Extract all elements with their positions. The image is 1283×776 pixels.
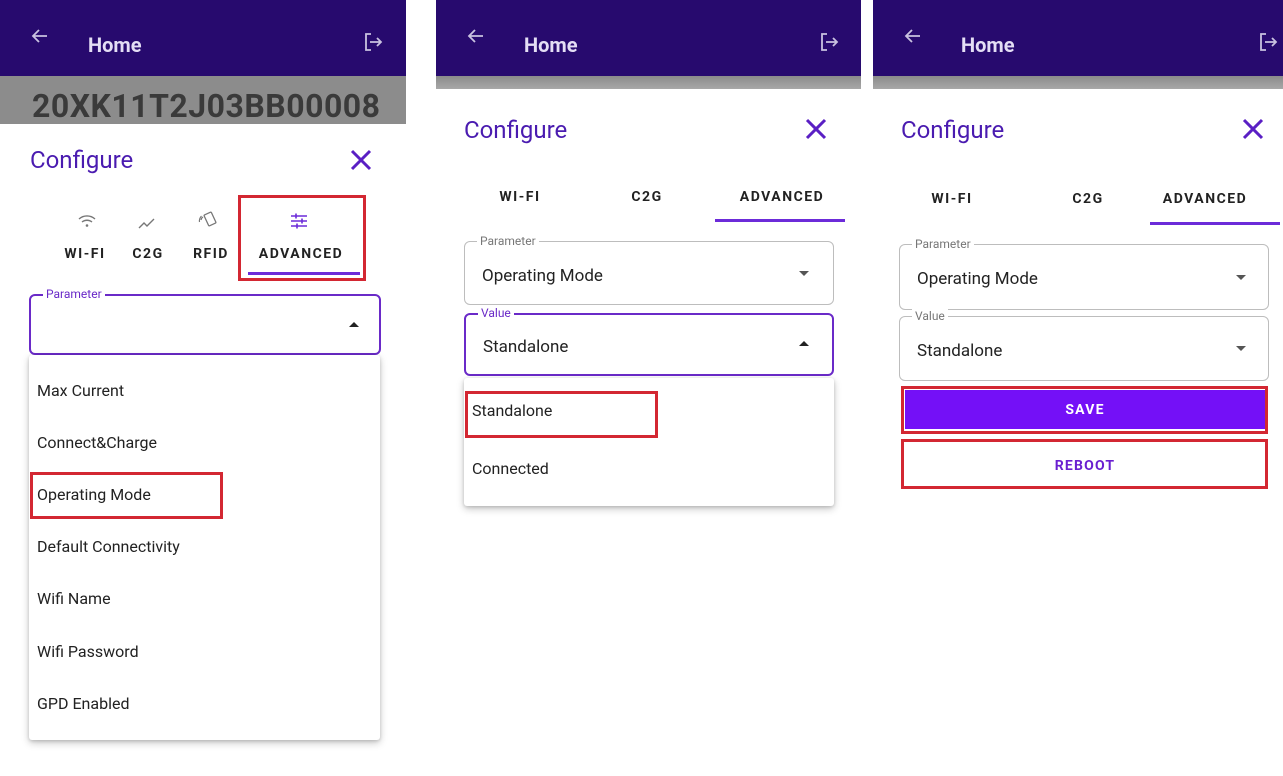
- tab-advanced[interactable]: ADVANCED: [1153, 189, 1257, 209]
- chart-line-icon: [138, 218, 155, 229]
- highlight-operating-mode-option: [30, 472, 223, 519]
- screen-parameter-dropdown: Home 20XK11T2J03BB00008 Configure WI-FI …: [0, 0, 406, 776]
- parameter-label: Parameter: [43, 286, 105, 302]
- highlight-reboot-button: [901, 439, 1268, 489]
- parameter-select[interactable]: Parameter Operating Mode: [464, 233, 834, 305]
- highlight-advanced-tab: [238, 195, 366, 281]
- app-bar: Home: [0, 0, 406, 76]
- dialog-title: Configure: [901, 116, 1005, 144]
- parameter-value: Operating Mode: [482, 266, 603, 286]
- wifi-icon: [78, 215, 96, 227]
- highlight-save-button: [901, 386, 1268, 434]
- parameter-value: Operating Mode: [917, 269, 1038, 289]
- header-shadow: [873, 76, 1283, 89]
- charger-serial: 20XK11T2J03BB00008: [32, 87, 381, 125]
- value-label: Value: [478, 305, 514, 321]
- screen-value-dropdown: Home Configure WI-FI C2G ADVANCED Parame…: [436, 0, 861, 776]
- back-arrow-icon[interactable]: [466, 26, 486, 46]
- tab-rfid[interactable]: RFID: [187, 244, 235, 264]
- back-arrow-icon[interactable]: [903, 26, 923, 46]
- app-bar-title: Home: [88, 33, 142, 57]
- app-bar-title: Home: [961, 33, 1015, 57]
- value-select[interactable]: Value Standalone: [464, 305, 834, 376]
- tab-wifi[interactable]: WI-FI: [496, 187, 544, 207]
- value-selected: Standalone: [483, 337, 569, 357]
- value-select[interactable]: Value Standalone: [899, 308, 1269, 381]
- dropdown-caret-down-icon: [1236, 275, 1246, 280]
- dropdown-caret-up-icon: [799, 341, 809, 346]
- rfid-card-icon: [198, 211, 217, 227]
- app-bar: Home: [873, 0, 1283, 76]
- close-icon[interactable]: [1240, 116, 1266, 142]
- parameter-label: Parameter: [477, 233, 539, 249]
- active-tab-indicator: [715, 219, 845, 222]
- parameter-select[interactable]: Parameter Operating Mode: [899, 236, 1269, 310]
- tab-c2g[interactable]: C2G: [627, 187, 667, 207]
- parameter-options-menu: Max Current Connect&Charge Operating Mod…: [29, 355, 380, 740]
- tab-c2g[interactable]: C2G: [1068, 189, 1108, 209]
- dropdown-caret-down-icon: [1236, 346, 1246, 351]
- logout-icon[interactable]: [362, 31, 384, 53]
- parameter-select[interactable]: Parameter: [29, 286, 381, 355]
- tab-wifi[interactable]: WI-FI: [61, 244, 109, 264]
- app-bar-title: Home: [524, 33, 578, 57]
- tab-c2g[interactable]: C2G: [128, 244, 168, 264]
- logout-icon[interactable]: [1257, 31, 1279, 53]
- dialog-title: Configure: [30, 146, 134, 174]
- header-shadow: [436, 76, 861, 89]
- dropdown-caret-down-icon: [799, 271, 809, 276]
- value-selected: Standalone: [917, 341, 1003, 361]
- tab-advanced[interactable]: ADVANCED: [730, 187, 834, 207]
- app-bar: Home: [436, 0, 861, 76]
- parameter-label: Parameter: [912, 236, 974, 252]
- serial-banner: 20XK11T2J03BB00008: [0, 76, 406, 125]
- value-label: Value: [912, 308, 948, 324]
- screen-save-reboot: Home Configure WI-FI C2G ADVANCED Parame…: [873, 0, 1283, 776]
- close-icon[interactable]: [348, 147, 374, 173]
- active-tab-indicator: [1150, 222, 1280, 225]
- back-arrow-icon[interactable]: [30, 26, 50, 46]
- dropdown-caret-up-icon: [349, 322, 359, 327]
- tab-wifi[interactable]: WI-FI: [928, 189, 976, 209]
- logout-icon[interactable]: [818, 31, 840, 53]
- close-icon[interactable]: [803, 116, 829, 142]
- dialog-title: Configure: [464, 116, 568, 144]
- highlight-standalone-option: [465, 391, 658, 438]
